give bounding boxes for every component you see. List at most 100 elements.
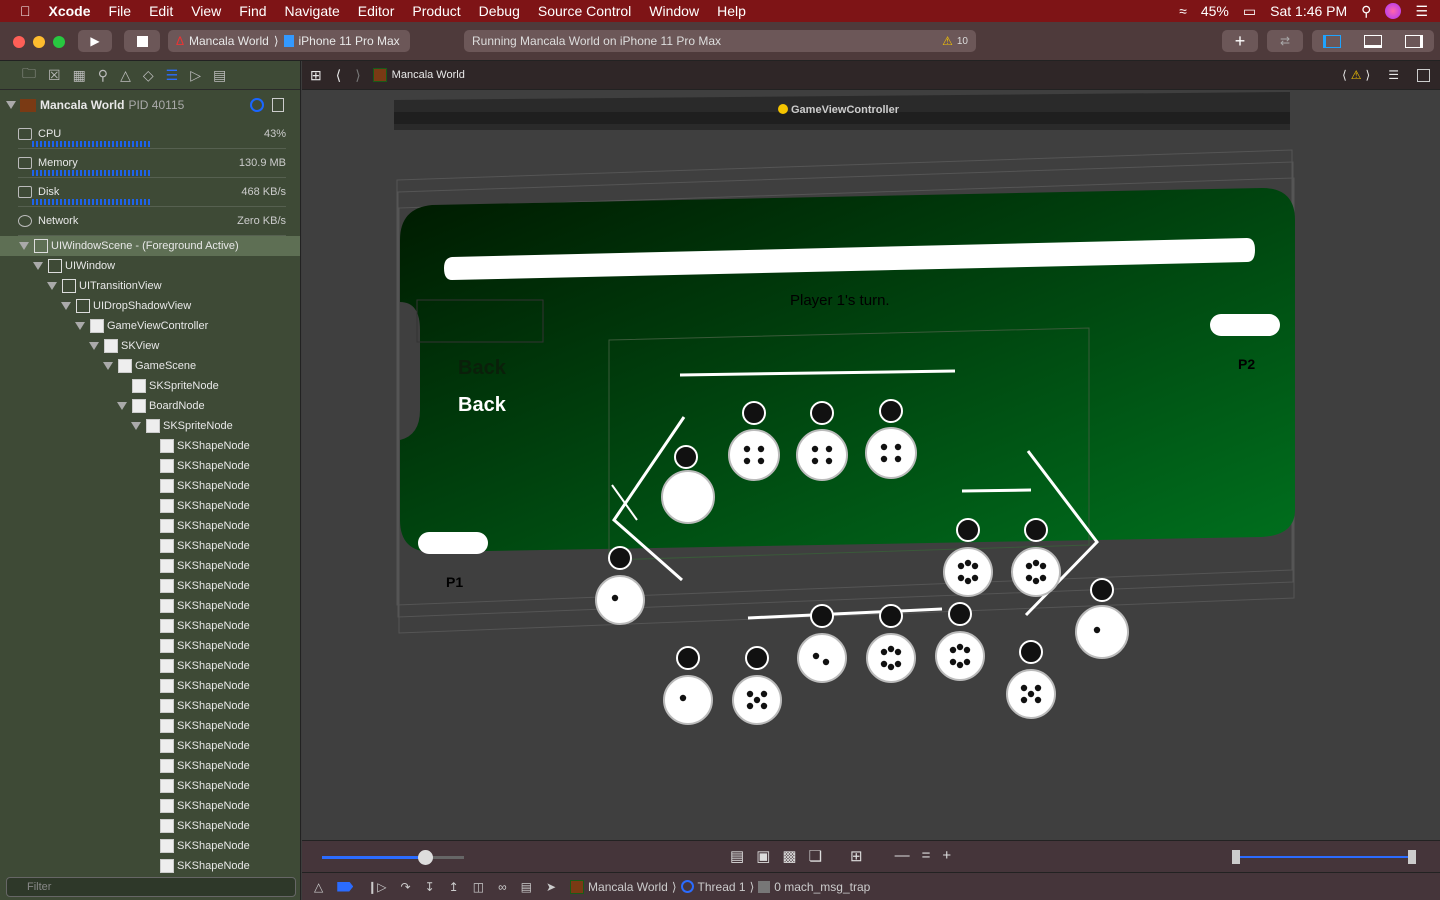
slider-thumb[interactable] [418, 850, 433, 865]
stop-button[interactable] [124, 30, 160, 52]
back-button[interactable]: Back [458, 394, 507, 416]
hide-debug-area-icon[interactable]: △ [314, 880, 323, 894]
next-issue-icon[interactable]: ⟩ [1366, 68, 1371, 82]
tree-row[interactable]: SKShapeNode [0, 816, 300, 836]
debug-view-hierarchy-icon[interactable]: ◫ [473, 880, 484, 894]
show-constraints-icon[interactable]: ▣ [756, 847, 770, 865]
step-over-icon[interactable]: ↷ [401, 880, 411, 894]
gauge-memory[interactable]: Memory 130.9 MB [18, 149, 286, 178]
minimize-window-button[interactable] [33, 36, 45, 48]
tree-row[interactable]: SKShapeNode [0, 556, 300, 576]
library-button[interactable]: + [1222, 30, 1258, 52]
source-control-icon[interactable]: ☒ [48, 67, 61, 84]
menu-debug[interactable]: Debug [470, 3, 529, 19]
breakpoint-icon[interactable]: ▷ [190, 67, 201, 84]
tree-row[interactable]: SKShapeNode [0, 856, 300, 876]
disclosure-triangle-icon[interactable] [117, 402, 127, 410]
process-row[interactable]: Mancala World PID 40115 [0, 90, 300, 120]
warning-icon[interactable]: ⚠ [942, 34, 953, 48]
tree-row[interactable]: UITransitionView [0, 276, 300, 296]
tree-row[interactable]: SKShapeNode [0, 796, 300, 816]
disclosure-triangle-icon[interactable] [61, 302, 71, 310]
disclosure-triangle-icon[interactable] [75, 322, 85, 330]
disclosure-triangle-icon[interactable] [47, 282, 57, 290]
debug-process[interactable]: Mancala World [588, 880, 668, 894]
zoom-window-button[interactable] [53, 36, 65, 48]
menu-find[interactable]: Find [230, 3, 275, 19]
tree-row[interactable]: SKShapeNode [0, 756, 300, 776]
warning-icon[interactable]: ⚠ [1351, 68, 1362, 82]
tree-row[interactable]: SKShapeNode [0, 716, 300, 736]
layers-icon[interactable]: ▩ [782, 847, 796, 865]
symbol-icon[interactable]: ▦ [73, 67, 86, 84]
menu-file[interactable]: File [100, 3, 141, 19]
tree-row[interactable]: GameViewController [0, 316, 300, 336]
view-hierarchy-icon[interactable] [272, 98, 284, 112]
tree-row[interactable]: SKSpriteNode [0, 376, 300, 396]
debug-frame[interactable]: 0 mach_msg_trap [774, 880, 870, 894]
test-icon[interactable]: ◇ [143, 67, 154, 84]
range-slider[interactable] [1232, 850, 1416, 864]
step-into-icon[interactable]: ↧ [425, 880, 435, 894]
debug-thread[interactable]: Thread 1 [698, 880, 746, 894]
related-items-icon[interactable]: ⊞ [310, 67, 322, 84]
menu-window[interactable]: Window [640, 3, 708, 19]
simulate-location-icon[interactable]: ➤ [546, 880, 556, 894]
clock[interactable]: Sat 1:46 PM [1270, 3, 1347, 19]
tree-row[interactable]: SKShapeNode [0, 776, 300, 796]
find-icon[interactable]: ⚲ [98, 67, 108, 84]
menu-app[interactable]: Xcode [40, 3, 100, 19]
gauge-network[interactable]: Network Zero KB/s [18, 207, 286, 236]
menu-product[interactable]: Product [403, 3, 469, 19]
device-name[interactable]: iPhone 11 Pro Max [299, 34, 400, 48]
tree-row[interactable]: SKShapeNode [0, 736, 300, 756]
tree-row[interactable]: SKShapeNode [0, 596, 300, 616]
gauge-cpu[interactable]: CPU 43% [18, 120, 286, 149]
tree-row[interactable]: SKView [0, 336, 300, 356]
jump-bar-title[interactable]: Mancala World [392, 69, 465, 81]
tree-row[interactable]: SKShapeNode [0, 456, 300, 476]
orient-icon[interactable]: ⊞ [850, 847, 863, 865]
inspector-toggle-icon[interactable] [1404, 34, 1423, 48]
add-editor-icon[interactable] [1417, 68, 1430, 82]
gauge-disk[interactable]: Disk 468 KB/s [18, 178, 286, 207]
scheme-name[interactable]: Mancala World [189, 34, 269, 48]
tree-row[interactable]: GameScene [0, 356, 300, 376]
notification-center-icon[interactable]: ☰ [1415, 3, 1428, 20]
tree-row[interactable]: SKShapeNode [0, 496, 300, 516]
tree-row[interactable]: UIWindow [0, 256, 300, 276]
tree-row[interactable]: SKShapeNode [0, 616, 300, 636]
spacing-slider[interactable] [322, 850, 464, 865]
menu-editor[interactable]: Editor [349, 3, 404, 19]
issue-icon[interactable]: △ [120, 67, 131, 84]
tree-row[interactable]: BoardNode [0, 396, 300, 416]
gauge-icon[interactable] [250, 98, 264, 112]
range-min-handle[interactable] [1232, 850, 1240, 864]
menu-source-control[interactable]: Source Control [529, 3, 640, 19]
disclosure-triangle-icon[interactable] [19, 242, 29, 250]
disclosure-triangle-icon[interactable] [89, 342, 99, 350]
debug-area-toggle-icon[interactable] [1363, 34, 1382, 48]
warning-count[interactable]: 10 [957, 36, 968, 47]
tree-row[interactable]: SKShapeNode [0, 436, 300, 456]
scene-3d-view[interactable]: GameViewController Player 1's turn. Back Ba… [302, 90, 1440, 840]
editor-options-icon[interactable]: ☰ [1388, 68, 1399, 82]
run-button[interactable]: ▶ [78, 30, 112, 52]
view-debugger-canvas[interactable]: GameViewController Player 1's turn. Back Ba… [302, 90, 1440, 840]
zoom-out-icon[interactable]: — [895, 847, 910, 865]
tree-row[interactable]: SKShapeNode [0, 476, 300, 496]
step-out-icon[interactable]: ↥ [449, 880, 459, 894]
wifi-icon[interactable]: ≈ [1179, 3, 1187, 19]
forward-icon[interactable]: ⟩ [355, 67, 360, 84]
environment-overrides-icon[interactable]: ▤ [521, 880, 532, 894]
zoom-in-icon[interactable]: + [942, 847, 951, 865]
breakpoints-toggle-icon[interactable] [337, 881, 354, 892]
previous-issue-icon[interactable]: ⟨ [1342, 68, 1347, 82]
report-icon[interactable]: ▤ [213, 67, 226, 84]
menu-navigate[interactable]: Navigate [276, 3, 349, 19]
tree-row[interactable]: SKShapeNode [0, 676, 300, 696]
tree-row[interactable]: SKShapeNode [0, 536, 300, 556]
tree-row[interactable]: SKShapeNode [0, 696, 300, 716]
folder-icon[interactable]: 🗀 [22, 63, 36, 87]
apple-icon[interactable]:  [0, 3, 40, 19]
